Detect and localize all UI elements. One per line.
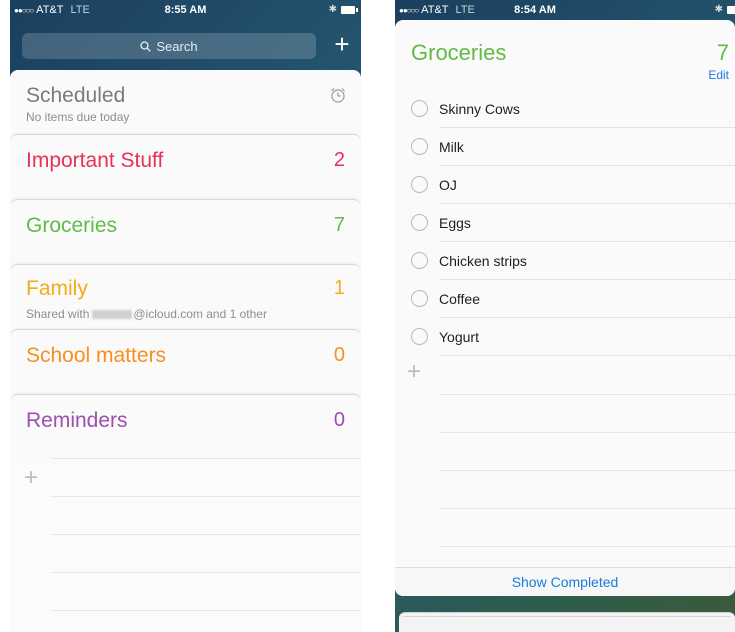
- battery-icon: [341, 5, 358, 14]
- list-card-reminders[interactable]: Reminders 0: [10, 394, 361, 459]
- checkbox-circle-icon[interactable]: [411, 138, 428, 155]
- add-list-button[interactable]: +: [329, 29, 355, 59]
- scheduled-card[interactable]: Scheduled No items due today: [10, 70, 361, 140]
- divider: [50, 572, 361, 573]
- status-bar: ●●○○○ AT&T LTE 8:54 AM ✱: [395, 0, 735, 20]
- divider: [50, 534, 361, 535]
- alarm-clock-icon: [331, 88, 345, 103]
- item-label: OJ: [439, 177, 457, 193]
- search-placeholder: Search: [156, 38, 198, 54]
- new-item-button[interactable]: +: [407, 358, 421, 386]
- divider: [439, 394, 735, 395]
- list-count: 1: [333, 277, 345, 299]
- list-item[interactable]: Chicken strips: [395, 242, 735, 280]
- divider: [439, 546, 735, 547]
- shared-with-text: Shared with @icloud.com and 1 other: [26, 307, 267, 321]
- divider: [50, 496, 361, 497]
- list-name: Groceries: [26, 214, 118, 237]
- divider: [439, 508, 735, 509]
- list-title: Groceries: [411, 40, 507, 65]
- list-count: 0: [333, 344, 345, 366]
- shared-suffix: @icloud.com and 1 other: [133, 307, 267, 321]
- search-row: Search +: [10, 29, 361, 59]
- list-item[interactable]: Milk: [395, 128, 735, 166]
- battery-group: ✱: [328, 4, 358, 15]
- list-name: Important Stuff: [26, 149, 164, 172]
- search-icon: [140, 40, 152, 52]
- divider: [439, 432, 735, 433]
- lists-stack: Scheduled No items due today Important S…: [10, 70, 361, 632]
- list-item[interactable]: Yogurt: [395, 318, 735, 356]
- status-time: 8:54 AM: [514, 4, 556, 16]
- list-card-school-matters[interactable]: School matters 0: [10, 329, 361, 400]
- edit-button[interactable]: Edit: [708, 68, 729, 82]
- battery-icon: [727, 5, 735, 14]
- status-bar: ●●○○○ AT&T LTE 8:55 AM ✱: [10, 0, 361, 20]
- scheduled-subtitle: No items due today: [26, 110, 130, 124]
- list-item[interactable]: OJ: [395, 166, 735, 204]
- divider: [439, 355, 735, 356]
- list-item[interactable]: Eggs: [395, 204, 735, 242]
- bluetooth-icon: ✱: [328, 4, 337, 15]
- checkbox-circle-icon[interactable]: [411, 100, 428, 117]
- empty-list-area: +: [10, 458, 361, 632]
- scheduled-title: Scheduled: [26, 84, 126, 107]
- checkbox-circle-icon[interactable]: [411, 290, 428, 307]
- checkbox-circle-icon[interactable]: [411, 328, 428, 345]
- item-label: Chicken strips: [439, 253, 527, 269]
- list-item[interactable]: Coffee: [395, 280, 735, 318]
- item-label: Skinny Cows: [439, 101, 520, 117]
- divider: [50, 610, 361, 611]
- list-count: 7: [333, 214, 345, 236]
- status-time: 8:55 AM: [164, 4, 207, 16]
- list-count: 7: [716, 40, 729, 65]
- item-label: Milk: [439, 139, 464, 155]
- item-label: Coffee: [439, 291, 480, 307]
- battery-group: ✱: [715, 4, 735, 15]
- list-count: 2: [333, 149, 345, 171]
- list-name: Reminders: [26, 409, 128, 432]
- list-detail-screen: ●●○○○ AT&T LTE 8:54 AM ✱ Groceries 7 Edi…: [395, 0, 735, 632]
- item-label: Eggs: [439, 215, 471, 231]
- divider: [439, 470, 735, 471]
- list-count: 0: [333, 409, 345, 431]
- divider: [50, 458, 361, 459]
- show-completed-button[interactable]: Show Completed: [512, 574, 619, 590]
- sheet-footer: Show Completed: [395, 567, 735, 596]
- checkbox-circle-icon[interactable]: [411, 252, 428, 269]
- list-card-family[interactable]: Family 1 Shared with @icloud.com and 1 ot…: [10, 264, 361, 335]
- groceries-sheet: Groceries 7 Edit Skinny Cows Milk OJ Egg…: [395, 20, 735, 596]
- shared-prefix: Shared with: [26, 307, 90, 321]
- list-card-groceries[interactable]: Groceries 7: [10, 199, 361, 270]
- stacked-lists-peek[interactable]: [399, 612, 735, 632]
- list-item[interactable]: Skinny Cows: [395, 90, 735, 128]
- item-label: Yogurt: [439, 329, 479, 345]
- checkbox-circle-icon[interactable]: [411, 214, 428, 231]
- bluetooth-icon: ✱: [714, 4, 723, 15]
- checkbox-circle-icon[interactable]: [411, 176, 428, 193]
- list-name: Family: [26, 277, 88, 300]
- new-list-button[interactable]: +: [24, 464, 38, 492]
- lists-overview-screen: ●●○○○ AT&T LTE 8:55 AM ✱ Search + Schedu…: [10, 0, 361, 632]
- list-card-important-stuff[interactable]: Important Stuff 2: [10, 134, 361, 205]
- list-name: School matters: [26, 344, 167, 367]
- search-field[interactable]: Search: [22, 33, 316, 59]
- redacted-email: [92, 310, 133, 320]
